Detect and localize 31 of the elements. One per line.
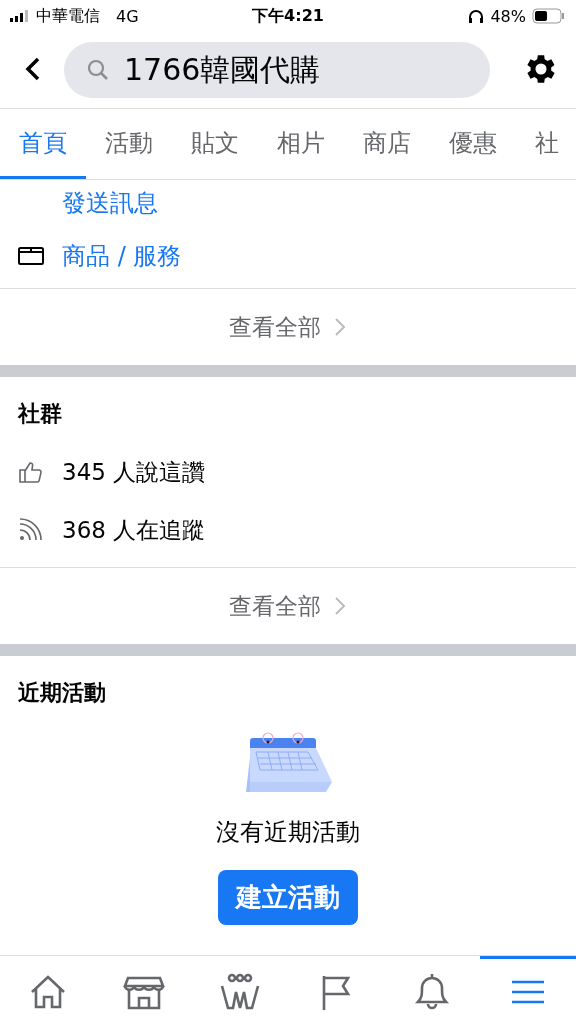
empty-message: 沒有近期活動 xyxy=(216,817,360,848)
stat-text: 345 人說這讚 xyxy=(62,457,206,487)
carrier-name: 中華電信 xyxy=(36,5,100,27)
headphones-icon xyxy=(468,9,485,23)
chevron-right-icon xyxy=(333,595,347,617)
battery-icon xyxy=(532,8,566,24)
rss-icon xyxy=(18,518,44,542)
create-event-button[interactable]: 建立活動 xyxy=(218,870,358,925)
send-message-link[interactable]: 發送訊息 xyxy=(62,188,558,224)
stat-text: 368 人在追蹤 xyxy=(62,515,206,545)
section-title: 社群 xyxy=(18,400,63,428)
battery-percent: 48% xyxy=(490,6,526,26)
network-type: 4G xyxy=(116,6,139,26)
tab[interactable]: 社 xyxy=(516,109,559,179)
status-time: 下午4:21 xyxy=(252,5,324,27)
search-field[interactable]: 1766韓國代購 xyxy=(64,42,490,98)
chevron-right-icon xyxy=(333,316,347,338)
products-link[interactable]: 商品 / 服務 xyxy=(62,240,182,272)
tab[interactable]: 相片 xyxy=(258,109,344,179)
search-icon xyxy=(86,58,110,82)
tab[interactable]: 活動 xyxy=(86,109,172,179)
thumbs-up-icon xyxy=(18,460,44,484)
tab[interactable]: 優惠 xyxy=(430,109,516,179)
section-title: 近期活動 xyxy=(18,679,106,707)
back-icon xyxy=(24,55,42,82)
tab[interactable]: 首頁 xyxy=(0,109,86,179)
tab[interactable]: 貼文 xyxy=(172,109,258,179)
box-icon xyxy=(18,246,44,266)
signal-icon xyxy=(10,10,30,22)
tab[interactable]: 商店 xyxy=(344,109,430,179)
people-icon xyxy=(218,971,262,1012)
